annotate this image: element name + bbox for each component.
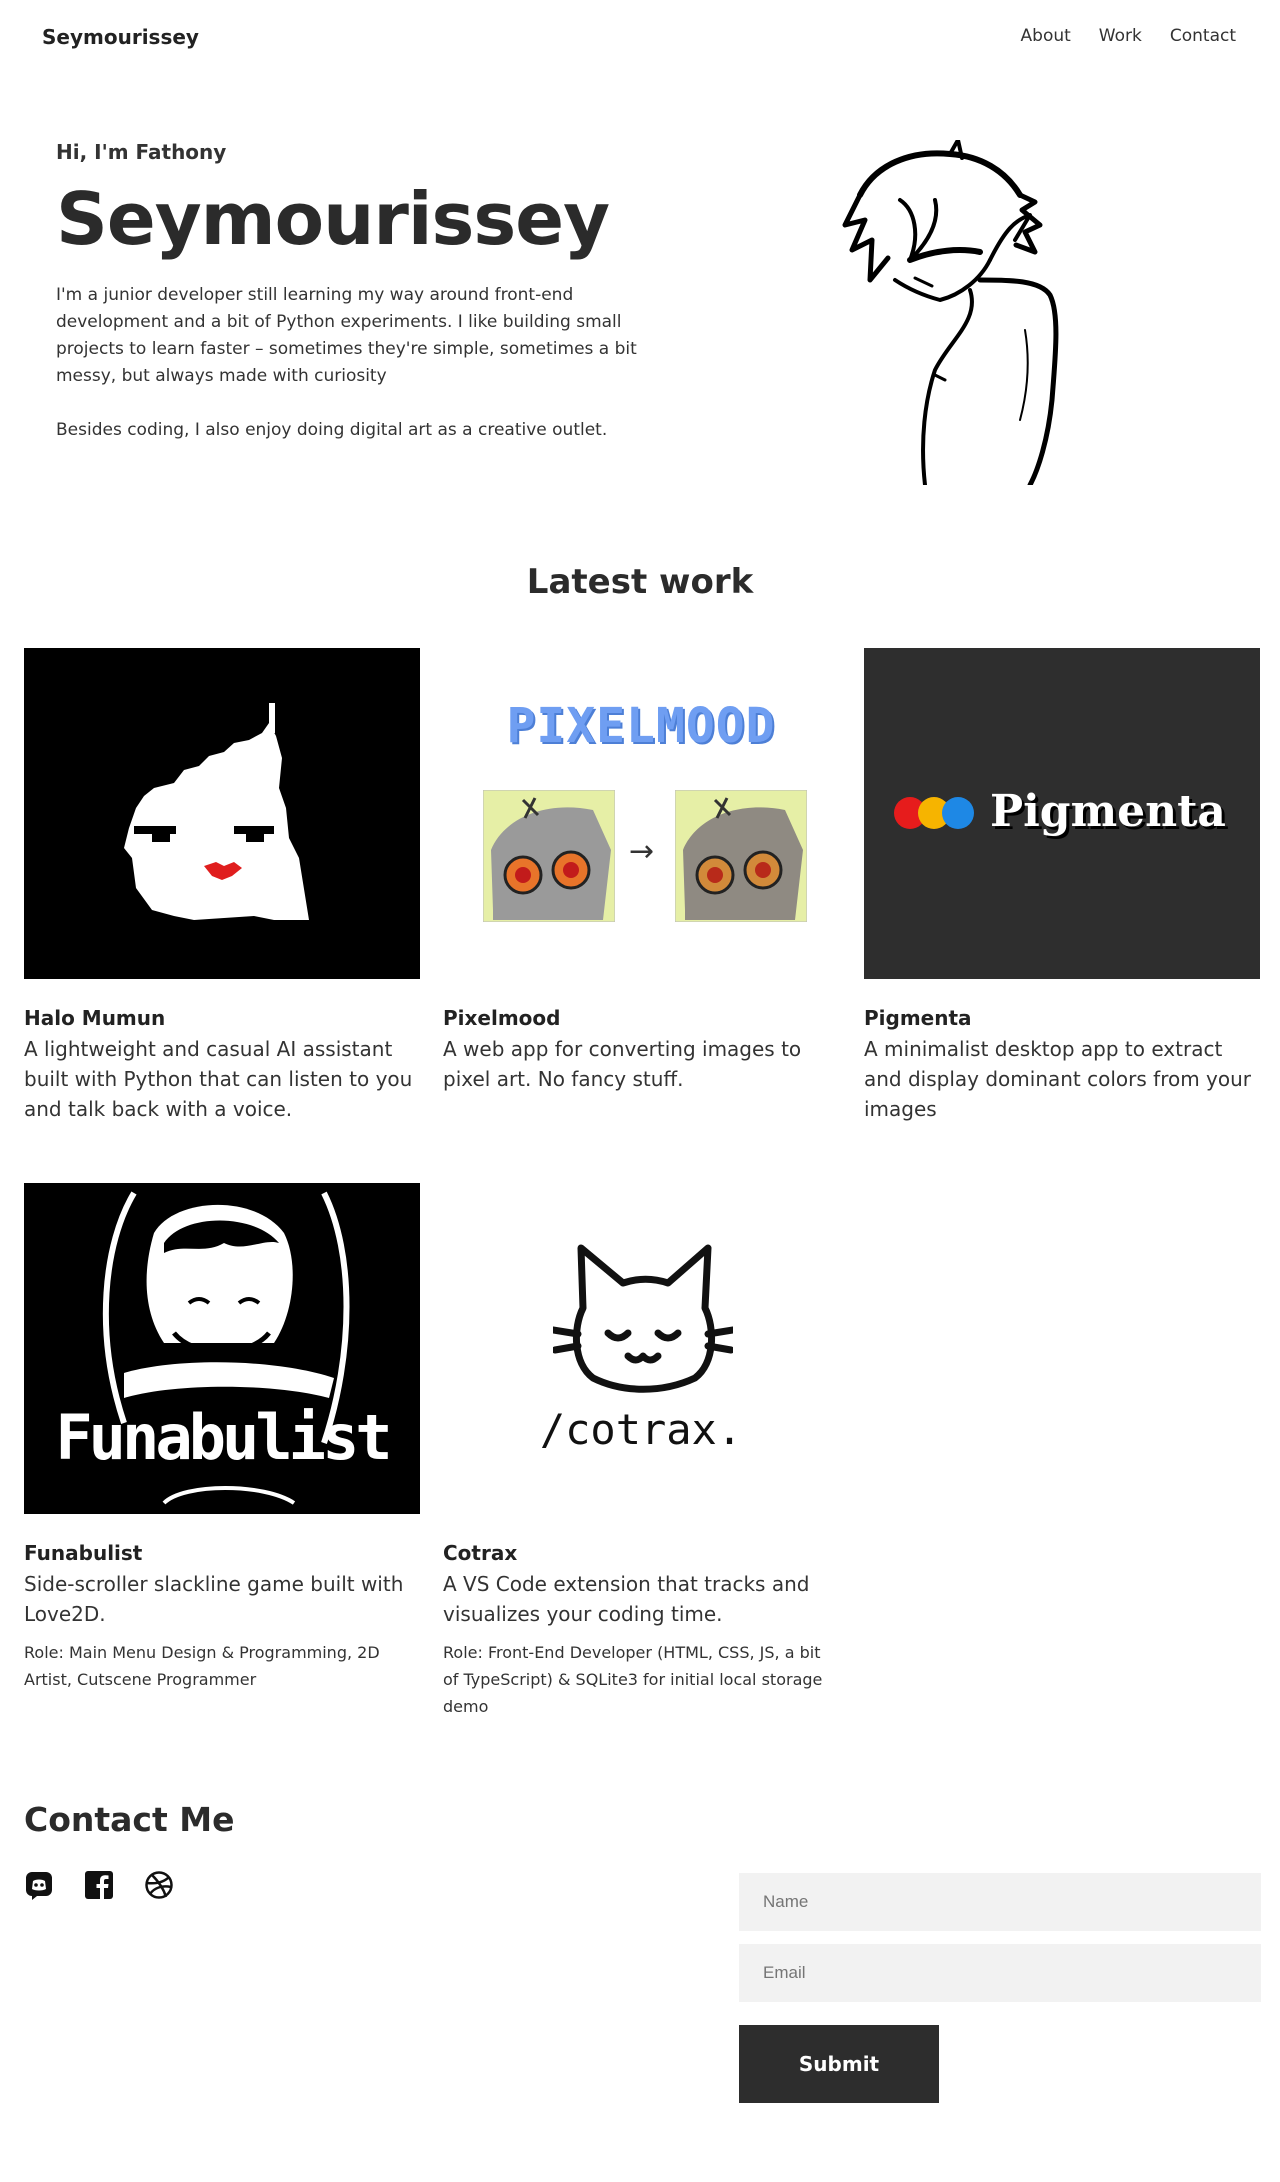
halo-mumun-pixel-art <box>124 703 309 920</box>
project-description: A lightweight and casual AI assistant bu… <box>24 1037 413 1121</box>
pixelmood-thumbnail[interactable]: PIXELMOOD → <box>443 648 839 979</box>
project-card-cotrax[interactable]: /cotrax. Cotrax A VS Code extension that… <box>443 1183 839 1720</box>
hero-portrait-illustration <box>842 140 1059 485</box>
halo-mumun-thumbnail[interactable] <box>24 648 420 979</box>
latest-work-heading: Latest work <box>526 562 754 602</box>
project-card-halo-mumun[interactable]: Halo Mumun A lightweight and casual AI a… <box>24 648 420 1124</box>
funabulist-logo-text: Funabulist <box>55 1401 392 1474</box>
pixelmood-logo-text: PIXELMOOD <box>506 698 776 754</box>
cotrax-logo-text: /cotrax. <box>539 1405 743 1454</box>
pigmenta-logo-text: Pigmenta <box>990 786 1226 837</box>
cotrax-thumbnail[interactable]: /cotrax. <box>443 1183 839 1514</box>
project-title[interactable]: Funabulist <box>24 1541 420 1565</box>
name-field[interactable] <box>739 1873 1261 1931</box>
cat-face-icon <box>553 1244 733 1393</box>
contact-heading: Contact Me <box>24 1800 235 1839</box>
hero-hobby-paragraph: Besides coding, I also enjoy doing digit… <box>56 420 608 440</box>
funabulist-thumbnail[interactable]: Funabulist <box>24 1183 420 1514</box>
project-title[interactable]: Cotrax <box>443 1541 839 1565</box>
arrow-right-icon: → <box>629 834 655 869</box>
discord-icon[interactable] <box>24 1870 54 1900</box>
pixelmood-after-image <box>675 790 807 922</box>
submit-button[interactable]: Submit <box>739 2025 939 2103</box>
top-nav: Seymourissey About Work Contact <box>0 0 1280 76</box>
project-card-funabulist[interactable]: Funabulist Funabulist Side-scroller slac… <box>24 1183 420 1693</box>
project-description: A web app for converting images to pixel… <box>443 1037 802 1091</box>
project-card-pixelmood[interactable]: PIXELMOOD → Pixelmood A web app for conv… <box>443 648 839 1094</box>
nav-link-work[interactable]: Work <box>1099 26 1142 46</box>
social-links <box>24 1870 174 1900</box>
project-description: Side-scroller slackline game built with … <box>24 1572 404 1626</box>
nav-link-contact[interactable]: Contact <box>1170 26 1236 46</box>
nav-link-about[interactable]: About <box>1021 26 1071 46</box>
project-description: A VS Code extension that tracks and visu… <box>443 1572 810 1626</box>
project-description: A minimalist desktop app to extract and … <box>864 1037 1252 1121</box>
dribbble-icon[interactable] <box>144 1870 174 1900</box>
brand-logo-text[interactable]: Seymourissey <box>42 25 199 49</box>
pigmenta-thumbnail[interactable]: Pigmenta <box>864 648 1260 979</box>
pigmenta-color-dots-icon <box>894 797 974 829</box>
project-title[interactable]: Pigmenta <box>864 1006 1260 1030</box>
project-role: Role: Main Menu Design & Programming, 2D… <box>24 1643 380 1689</box>
nav-links: About Work Contact <box>1021 26 1236 46</box>
hero-intro-paragraph: I'm a junior developer still learning my… <box>56 285 637 386</box>
pixelmood-before-image <box>483 790 615 922</box>
project-title[interactable]: Pixelmood <box>443 1006 839 1030</box>
hero-title: Seymourissey <box>56 177 610 261</box>
project-role: Role: Front-End Developer (HTML, CSS, JS… <box>443 1643 823 1716</box>
email-field[interactable] <box>739 1944 1261 2002</box>
hero-greeting: Hi, I'm Fathony <box>56 140 227 164</box>
project-title[interactable]: Halo Mumun <box>24 1006 420 1030</box>
project-card-pigmenta[interactable]: Pigmenta Pigmenta A minimalist desktop a… <box>864 648 1260 1124</box>
facebook-icon[interactable] <box>84 1870 114 1900</box>
hero-section: Hi, I'm Fathony Seymourissey I'm a junio… <box>56 140 696 444</box>
